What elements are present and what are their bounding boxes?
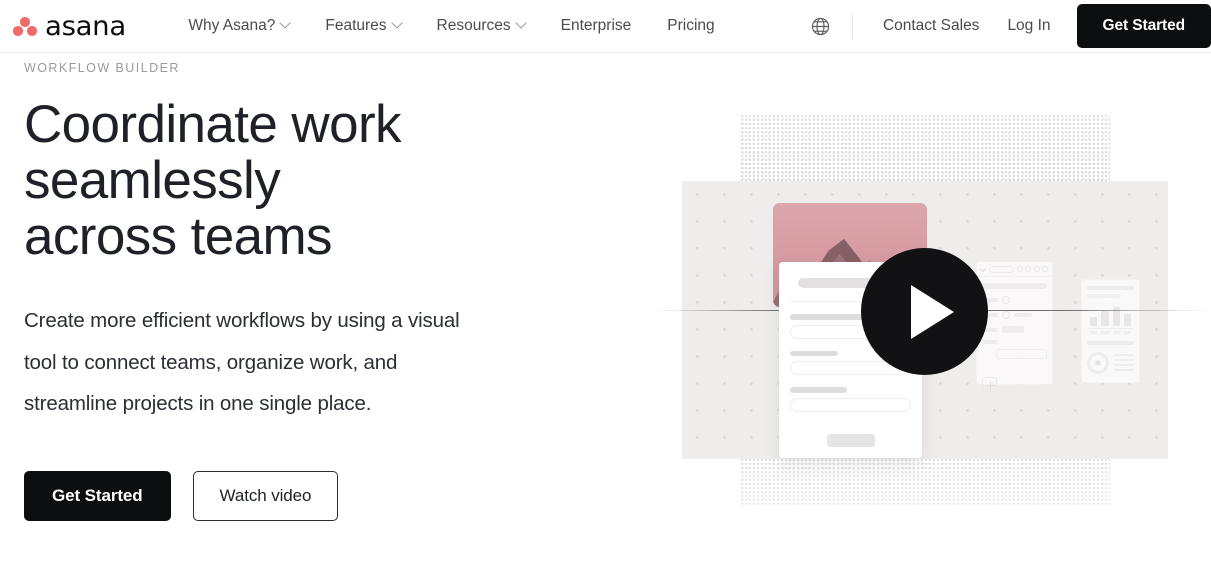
donut-icon <box>1087 351 1109 374</box>
chevron-down-icon <box>514 17 527 29</box>
mockup-input <box>996 349 1047 359</box>
primary-navigation: Why Asana? Features Resources Enterprise… <box>170 11 732 41</box>
nav-label: Enterprise <box>560 17 632 34</box>
nav-label: Features <box>325 17 387 34</box>
dashboard-mockup-panel <box>1081 279 1140 383</box>
mockup-row <box>982 340 1047 344</box>
mockup-body <box>977 277 1052 398</box>
add-plus-icon <box>982 377 997 392</box>
chevron-down-icon <box>390 17 403 29</box>
play-icon <box>910 284 954 339</box>
hero-copy: WORKFLOW BUILDER Coordinate work seamles… <box>24 61 584 521</box>
form-field-label <box>790 314 866 320</box>
toolbar-icon-group <box>1016 266 1048 272</box>
nav-label: Resources <box>436 17 511 34</box>
asana-logo[interactable]: asana <box>12 10 126 42</box>
page-title: Coordinate work seamlessly across teams <box>24 95 402 266</box>
asana-dots-logo <box>12 14 38 38</box>
hero-cta-group: Get Started Watch video <box>24 470 584 521</box>
nav-item-why-asana[interactable]: Why Asana? <box>170 11 307 41</box>
globe-icon[interactable] <box>806 11 836 41</box>
nav-item-resources[interactable]: Resources <box>419 11 543 41</box>
hero-subtitle: Create more efficient workflows by using… <box>24 309 460 415</box>
mockup-row <box>982 311 1047 319</box>
donut-chart-mockup <box>1087 351 1134 374</box>
mockup-subheading-bar <box>1087 294 1121 298</box>
mockup-toolbar <box>977 262 1052 277</box>
header-actions: Contact Sales Log In Get Started <box>806 0 1211 52</box>
bar-chart-mockup <box>1087 305 1134 329</box>
legend-lines <box>1114 353 1134 372</box>
nav-item-features[interactable]: Features <box>307 11 418 41</box>
hero-eyebrow: WORKFLOW BUILDER <box>24 61 180 75</box>
form-field-label <box>790 350 839 356</box>
watch-video-button[interactable]: Watch video <box>192 470 339 521</box>
form-input-field <box>790 397 911 412</box>
play-video-button[interactable] <box>861 248 988 375</box>
toolbar-pill <box>988 265 1014 273</box>
chevron-down-icon <box>279 17 292 29</box>
bar-chart-axis <box>1087 329 1134 334</box>
mockup-heading-bar <box>1087 286 1134 290</box>
task-list-mockup-panel <box>976 261 1053 392</box>
hero-media <box>620 53 1211 580</box>
nav-item-pricing[interactable]: Pricing <box>649 11 732 41</box>
brand-wordmark: asana <box>45 10 126 42</box>
check-icon <box>979 264 987 272</box>
nav-label: Why Asana? <box>188 17 276 34</box>
form-submit-placeholder <box>826 433 875 447</box>
mockup-section-bar <box>1087 340 1134 345</box>
contact-sales-link[interactable]: Contact Sales <box>869 11 994 41</box>
nav-item-enterprise[interactable]: Enterprise <box>543 11 650 41</box>
form-field-label <box>790 387 847 393</box>
site-header: asana Why Asana? Features Resources Ente… <box>0 0 1211 53</box>
mockup-heading-bar <box>982 283 1047 289</box>
log-in-link[interactable]: Log In <box>993 11 1064 41</box>
hero-get-started-button[interactable]: Get Started <box>24 470 171 521</box>
mockup-row <box>982 296 1047 304</box>
nav-label: Pricing <box>667 17 715 34</box>
mockup-row <box>982 326 1047 333</box>
header-divider <box>851 13 853 39</box>
header-get-started-button[interactable]: Get Started <box>1076 4 1211 48</box>
